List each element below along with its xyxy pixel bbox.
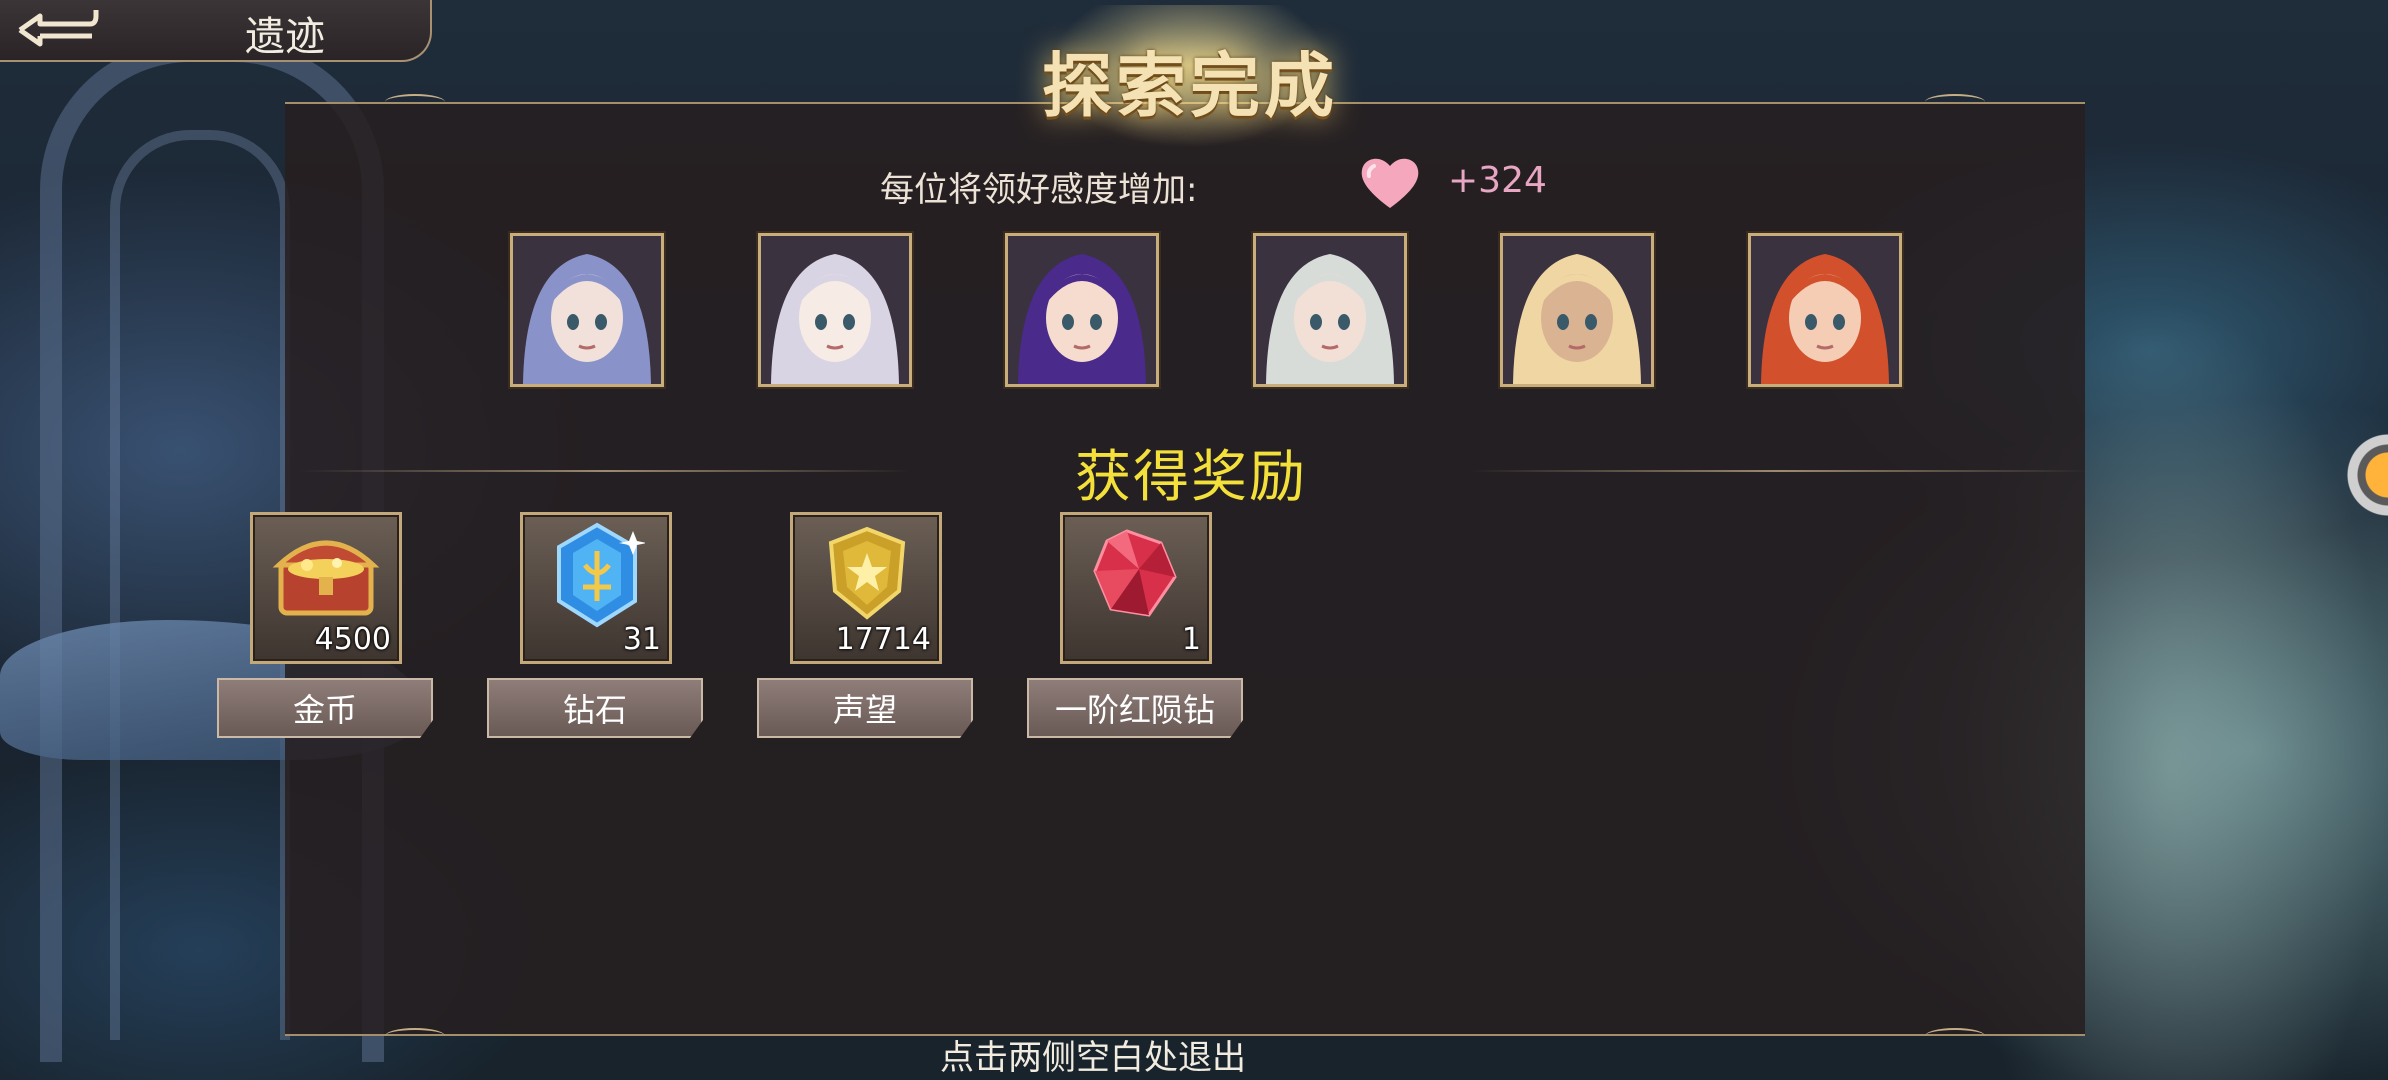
exit-hint: 点击两侧空白处退出: [940, 1038, 1246, 1078]
panel-ornament: [385, 94, 445, 110]
prestige-badge-icon: [825, 525, 909, 625]
reward-label-prestige: 声望: [757, 678, 973, 738]
diamond-crystal-icon: [549, 521, 647, 635]
game-scene[interactable]: 遗迹 探索完成 每位将领好感度增加: +324 获得奖励 4500 金币 31 …: [0, 0, 2388, 1080]
reward-label-diamond: 钻石: [487, 678, 703, 738]
top-back-bar: 遗迹: [0, 0, 432, 62]
affection-label: 每位将领好感度增加:: [880, 170, 1198, 210]
rewards-title: 获得奖励: [1075, 445, 1307, 510]
reward-item-prestige[interactable]: 17714: [790, 512, 942, 664]
reward-label-gold: 金币: [217, 678, 433, 738]
location-title: 遗迹: [245, 14, 325, 60]
general-portrait[interactable]: [1253, 233, 1407, 387]
affection-value: +324: [1448, 160, 1547, 201]
red-gem-icon: [1087, 525, 1183, 629]
back-arrow-icon[interactable]: [10, 6, 100, 47]
divider-left: [300, 470, 910, 472]
reward-item-gold[interactable]: 4500: [250, 512, 402, 664]
treasure-chest-icon: [267, 525, 385, 625]
general-portrait[interactable]: [758, 233, 912, 387]
reward-item-diamond[interactable]: 31: [520, 512, 672, 664]
reward-label-red-gem: 一阶红陨钻: [1027, 678, 1243, 738]
heart-icon: [1358, 152, 1422, 212]
exploration-complete-title: 探索完成: [1042, 43, 1338, 127]
general-portrait[interactable]: [1005, 233, 1159, 387]
general-portrait[interactable]: [1500, 233, 1654, 387]
divider-right: [1470, 470, 2090, 472]
general-portrait[interactable]: [1748, 233, 1902, 387]
panel-ornament: [385, 1028, 445, 1044]
reward-count: 17714: [835, 622, 931, 657]
panel-ornament: [1925, 94, 1985, 110]
reward-item-red-gem[interactable]: 1: [1060, 512, 1212, 664]
panel-ornament: [1925, 1028, 1985, 1044]
reward-count: 4500: [314, 622, 391, 657]
reward-count: 1: [1181, 622, 1201, 657]
general-portrait[interactable]: [510, 233, 664, 387]
reward-count: 31: [622, 622, 661, 657]
